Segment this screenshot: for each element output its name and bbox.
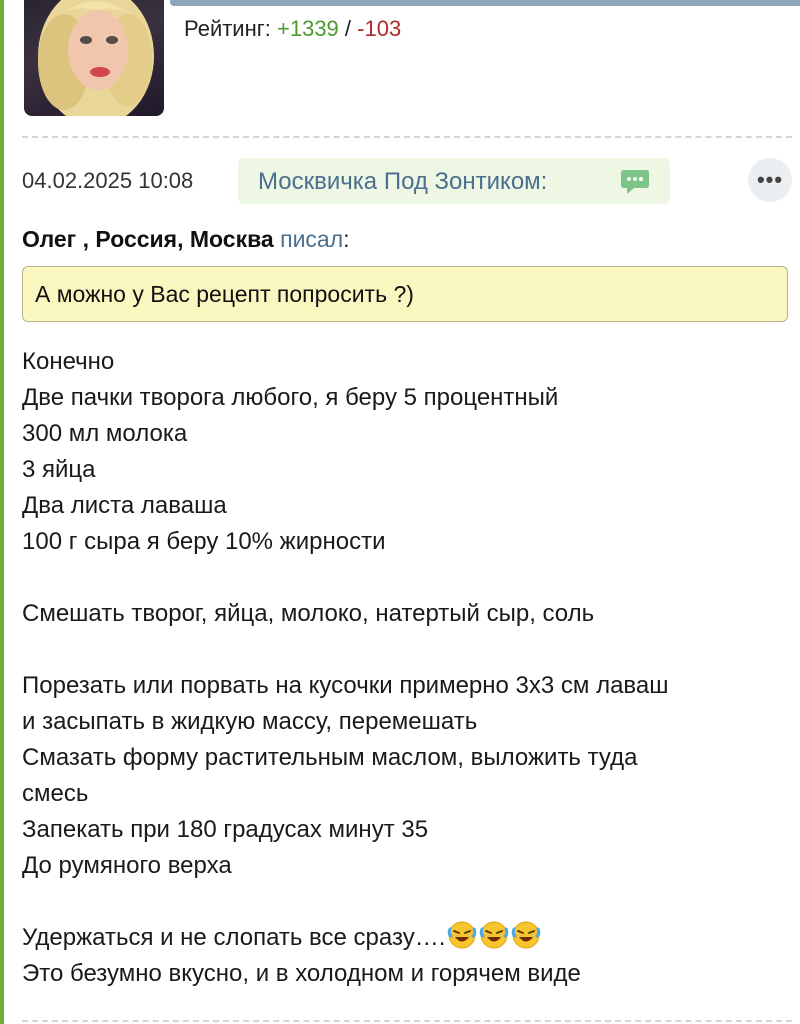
post-line: 100 г сыра я беру 10% жирности xyxy=(22,528,386,555)
post-line: Это безумно вкусно, и в холодном и горяч… xyxy=(22,960,581,987)
rating-separator: / xyxy=(338,16,358,41)
post-line: Запекать при 180 градусах минут 35 xyxy=(22,816,429,843)
post-line: 3 яйца xyxy=(22,456,96,483)
post-line: смесь xyxy=(22,780,89,807)
post-line: До румяного верха xyxy=(22,852,232,879)
quote-box: А можно у Вас рецепт попросить ?) xyxy=(22,266,788,322)
post-line: 300 мл молока xyxy=(22,420,188,447)
post-body: Конечно Две пачки творога любого, я беру… xyxy=(22,344,792,992)
post-divider xyxy=(22,136,792,138)
rating-positive: +1339 xyxy=(277,16,339,41)
more-options-button[interactable]: ••• xyxy=(748,158,792,202)
quote-text: А можно у Вас рецепт попросить ?) xyxy=(35,281,414,307)
post-line-with-emoji: Удержаться и не слопать все сразу…. xyxy=(22,920,792,956)
user-rating: Рейтинг: +1339 / -103 xyxy=(184,16,401,42)
post-line: Конечно xyxy=(22,348,115,375)
post-line: Порезать или порвать на кусочки примерно… xyxy=(22,672,669,699)
quote-colon: : xyxy=(343,226,350,252)
quote-attribution: Олег , Россия, Москва писал: xyxy=(22,226,350,253)
quote-author-name: Олег , Россия, Москва xyxy=(22,226,274,252)
author-pill[interactable]: Москвичка Под Зонтиком: xyxy=(238,158,670,204)
post-header: 04.02.2025 10:08 Москвичка Под Зонтиком:… xyxy=(22,158,792,204)
rating-label: Рейтинг: xyxy=(184,16,277,41)
previous-post-header-strip xyxy=(170,0,800,6)
avatar-photo-icon xyxy=(38,0,154,116)
post-author-name[interactable]: Москвичка Под Зонтиком: xyxy=(258,168,547,196)
thread-indent-bar xyxy=(0,0,4,1024)
emoji-group xyxy=(445,921,541,951)
rating-negative: -103 xyxy=(357,16,402,41)
post-line: и засыпать в жидкую массу, перемешать xyxy=(22,708,478,735)
rolling-laughing-emoji-icon xyxy=(479,920,509,950)
quote-wrote-link[interactable]: писал xyxy=(280,226,343,252)
post-line: Удержаться и не слопать все сразу…. xyxy=(22,924,446,951)
avatar[interactable] xyxy=(24,0,164,116)
rolling-laughing-emoji-icon xyxy=(447,920,477,950)
post-line: Смазать форму растительным маслом, вылож… xyxy=(22,744,638,771)
more-options-icon: ••• xyxy=(756,167,784,192)
post-divider-bottom xyxy=(22,1020,792,1022)
rolling-laughing-emoji-icon xyxy=(511,920,541,950)
post-line: Две пачки творога любого, я беру 5 проце… xyxy=(22,384,559,411)
post-line: Смешать творог, яйца, молоко, натертый с… xyxy=(22,600,595,627)
post-date: 04.02.2025 10:08 xyxy=(22,168,194,193)
chat-bubble-icon[interactable] xyxy=(620,168,650,201)
post-line: Два листа лаваша xyxy=(22,492,227,519)
